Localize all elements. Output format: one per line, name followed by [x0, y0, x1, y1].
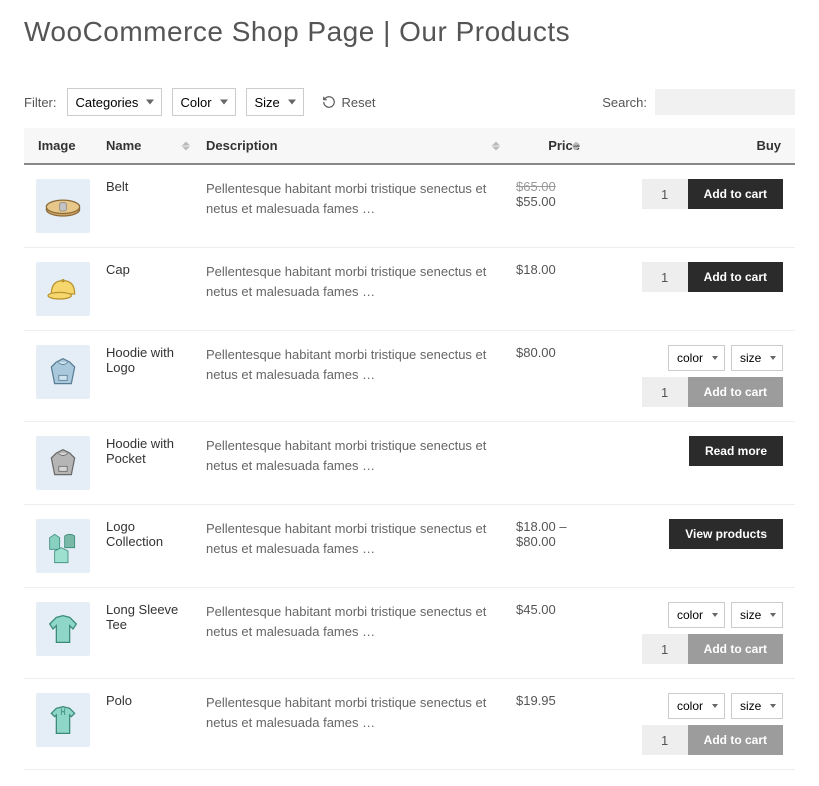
- hoodie-icon: [43, 352, 83, 392]
- variant-color-select[interactable]: color: [668, 345, 725, 371]
- product-price: $18.00 – $80.00: [508, 505, 588, 588]
- variant-size-select[interactable]: size: [731, 693, 783, 719]
- product-price: $18.00: [508, 248, 588, 331]
- col-image: Image: [24, 128, 98, 164]
- product-buy-cell: Read more: [588, 422, 795, 505]
- product-name: Logo Collection: [98, 505, 198, 588]
- product-description: Pellentesque habitant morbi tristique se…: [198, 331, 508, 422]
- add-to-cart-button[interactable]: Add to cart: [688, 179, 783, 209]
- table-row: Logo CollectionPellentesque habitant mor…: [24, 505, 795, 588]
- product-description: Pellentesque habitant morbi tristique se…: [198, 679, 508, 770]
- quantity-input[interactable]: [642, 725, 688, 755]
- table-row: CapPellentesque habitant morbi tristique…: [24, 248, 795, 331]
- page-title: WooCommerce Shop Page | Our Products: [24, 16, 795, 48]
- col-name[interactable]: Name: [98, 128, 198, 164]
- product-description: Pellentesque habitant morbi tristique se…: [198, 505, 508, 588]
- product-buy-cell: Add to cart: [588, 164, 795, 248]
- table-row: Hoodie with PocketPellentesque habitant …: [24, 422, 795, 505]
- product-name: Long Sleeve Tee: [98, 588, 198, 679]
- collection-icon: [43, 526, 83, 566]
- filter-bar: Filter: Categories Color Size Reset Sear…: [24, 88, 795, 116]
- reset-label: Reset: [342, 95, 376, 110]
- add-to-cart-button[interactable]: Add to cart: [688, 262, 783, 292]
- filter-label: Filter:: [24, 95, 57, 110]
- product-buy-cell: color size Add to cart: [588, 679, 795, 770]
- product-buy-cell: color size Add to cart: [588, 588, 795, 679]
- add-to-cart-button[interactable]: Add to cart: [688, 634, 783, 664]
- filter-color[interactable]: Color: [172, 88, 236, 116]
- product-thumbnail[interactable]: [36, 179, 90, 233]
- product-description: Pellentesque habitant morbi tristique se…: [198, 164, 508, 248]
- search-input[interactable]: [655, 89, 795, 115]
- reset-icon: [322, 95, 336, 109]
- table-row: Long Sleeve TeePellentesque habitant mor…: [24, 588, 795, 679]
- product-name: Hoodie with Logo: [98, 331, 198, 422]
- filter-categories[interactable]: Categories: [67, 88, 162, 116]
- table-row: BeltPellentesque habitant morbi tristiqu…: [24, 164, 795, 248]
- search-label: Search:: [602, 95, 647, 110]
- add-to-cart-button[interactable]: Add to cart: [688, 725, 783, 755]
- col-price[interactable]: Price: [508, 128, 588, 164]
- product-description: Pellentesque habitant morbi tristique se…: [198, 422, 508, 505]
- hoodie2-icon: [43, 443, 83, 483]
- variant-color-select[interactable]: color: [668, 602, 725, 628]
- product-price: $19.95: [508, 679, 588, 770]
- product-thumbnail[interactable]: [36, 602, 90, 656]
- belt-icon: [43, 186, 83, 226]
- product-thumbnail[interactable]: [36, 345, 90, 399]
- read-more-button[interactable]: Read more: [689, 436, 783, 466]
- product-thumbnail[interactable]: [36, 262, 90, 316]
- product-price: [508, 422, 588, 505]
- col-buy: Buy: [588, 128, 795, 164]
- product-buy-cell: color size Add to cart: [588, 331, 795, 422]
- variant-size-select[interactable]: size: [731, 345, 783, 371]
- product-description: Pellentesque habitant morbi tristique se…: [198, 248, 508, 331]
- products-table: Image Name Description Price Buy BeltPel…: [24, 128, 795, 770]
- quantity-input[interactable]: [642, 377, 688, 407]
- variant-size-select[interactable]: size: [731, 602, 783, 628]
- product-price: $80.00: [508, 331, 588, 422]
- add-to-cart-button[interactable]: Add to cart: [688, 377, 783, 407]
- product-buy-cell: Add to cart: [588, 248, 795, 331]
- product-price: $65.00$55.00: [508, 164, 588, 248]
- quantity-input[interactable]: [642, 634, 688, 664]
- variant-color-select[interactable]: color: [668, 693, 725, 719]
- filter-size[interactable]: Size: [246, 88, 304, 116]
- reset-button[interactable]: Reset: [322, 95, 376, 110]
- table-row: Hoodie with LogoPellentesque habitant mo…: [24, 331, 795, 422]
- col-description[interactable]: Description: [198, 128, 508, 164]
- product-price: $45.00: [508, 588, 588, 679]
- polo-icon: [43, 700, 83, 740]
- product-name: Hoodie with Pocket: [98, 422, 198, 505]
- product-thumbnail[interactable]: [36, 436, 90, 490]
- product-thumbnail[interactable]: [36, 693, 90, 747]
- quantity-input[interactable]: [642, 262, 688, 292]
- longsleeve-icon: [43, 609, 83, 649]
- product-name: Polo: [98, 679, 198, 770]
- product-name: Belt: [98, 164, 198, 248]
- quantity-input[interactable]: [642, 179, 688, 209]
- product-name: Cap: [98, 248, 198, 331]
- product-buy-cell: View products: [588, 505, 795, 588]
- product-description: Pellentesque habitant morbi tristique se…: [198, 588, 508, 679]
- table-row: PoloPellentesque habitant morbi tristiqu…: [24, 679, 795, 770]
- product-thumbnail[interactable]: [36, 519, 90, 573]
- cap-icon: [43, 269, 83, 309]
- view-products-button[interactable]: View products: [669, 519, 783, 549]
